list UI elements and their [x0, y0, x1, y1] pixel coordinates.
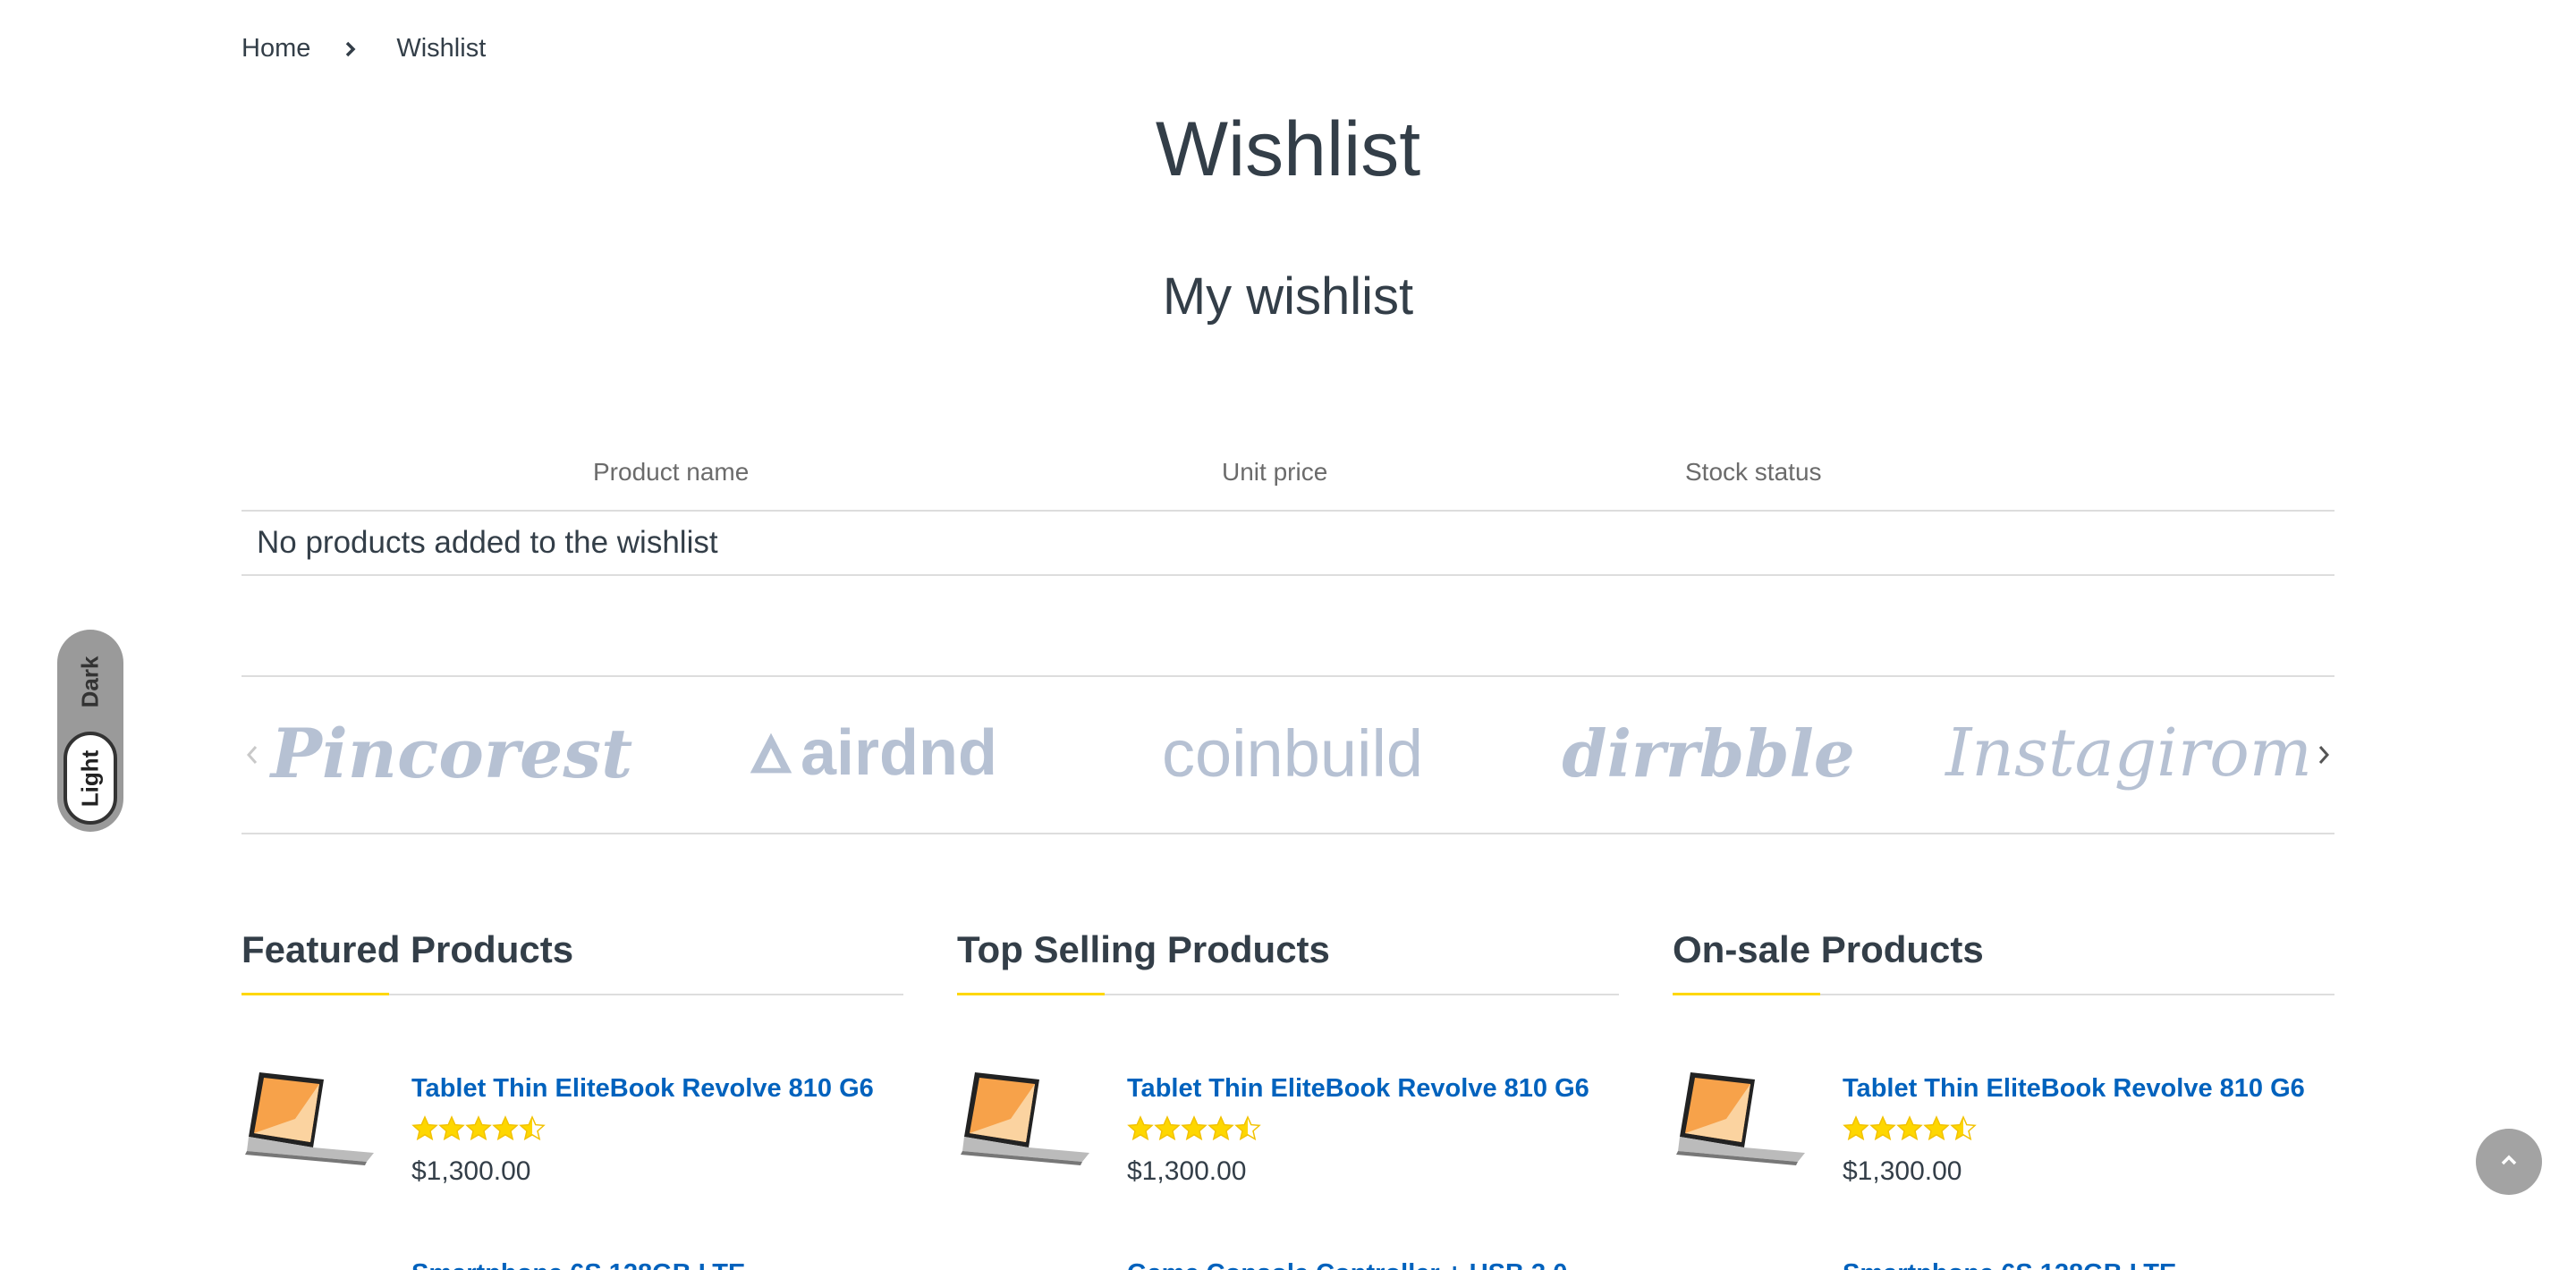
theme-switch[interactable]: Dark Light	[57, 630, 123, 832]
star-icon	[1208, 1115, 1234, 1141]
wishlist-page: Home Wishlist Wishlist My wishlist Produ…	[0, 0, 2576, 1270]
product-name-link[interactable]: Smartphone 6S 128GB LTE	[411, 1259, 745, 1270]
star-icon	[1923, 1115, 1950, 1141]
column-product-name: Product name	[593, 458, 750, 486]
column-unit-price: Unit price	[1222, 458, 1328, 486]
star-icon	[465, 1115, 492, 1141]
dark-label: Dark	[76, 656, 104, 707]
breadcrumb-home-link[interactable]: Home	[242, 34, 310, 64]
brand-logo-dirrbble[interactable]: dirrbble	[1562, 713, 1854, 793]
back-to-top-button[interactable]	[2476, 1129, 2542, 1195]
star-icon	[1127, 1115, 1154, 1141]
star-icon	[1843, 1115, 1869, 1141]
section-title: Featured Products	[242, 921, 903, 995]
product-thumbnail[interactable]	[277, 1266, 349, 1270]
brand-name: airdnd	[800, 717, 997, 789]
product-item: Smartphone 6S 128GB LTE	[242, 1163, 903, 1270]
brand-carousel: Pincorest airdnd coinbuild dirrbble Inst…	[242, 675, 2334, 834]
column-stock-status: Stock status	[1685, 458, 1822, 486]
product-name-link[interactable]: Tablet Thin EliteBook Revolve 810 G6	[411, 1074, 874, 1104]
product-thumbnail[interactable]	[242, 1065, 376, 1173]
product-item: Tablet Thin EliteBook Revolve 810 G6 $1,…	[1673, 995, 2334, 1186]
product-thumbnail[interactable]	[957, 1065, 1091, 1173]
chevron-up-icon	[2498, 1153, 2520, 1172]
breadcrumb-current: Wishlist	[396, 34, 487, 63]
brand-logo-instagirom[interactable]: Instagirom	[1945, 713, 2312, 793]
product-item: Tablet Thin EliteBook Revolve 810 G6 $1,…	[957, 995, 1619, 1186]
empty-row: No products added to the wishlist	[242, 510, 2334, 576]
star-icon	[1234, 1115, 1261, 1141]
page-title: Wishlist	[1155, 106, 1421, 192]
wishlist-table: Product name Unit price Stock status No …	[242, 447, 2334, 576]
brand-logo-airdnd[interactable]: airdnd	[747, 713, 997, 793]
star-icon	[1896, 1115, 1923, 1141]
star-icon	[519, 1115, 546, 1141]
product-name-link[interactable]: Tablet Thin EliteBook Revolve 810 G6	[1127, 1074, 1589, 1104]
wishlist-heading: My wishlist	[1162, 267, 1414, 326]
star-icon	[1869, 1115, 1896, 1141]
light-label: Light	[76, 749, 104, 807]
star-icon	[492, 1115, 519, 1141]
product-item: Tablet Thin EliteBook Revolve 810 G6 $1,…	[242, 995, 903, 1186]
breadcrumb: Home Wishlist	[242, 34, 486, 64]
light-mode-option[interactable]: Light	[64, 732, 117, 825]
rating-stars	[411, 1115, 546, 1142]
star-icon	[1181, 1115, 1208, 1141]
star-icon	[438, 1115, 465, 1141]
product-thumbnail[interactable]	[1673, 1065, 1807, 1173]
featured-products: Featured Products Tablet Thin EliteBook …	[242, 921, 903, 1270]
rating-stars	[1843, 1115, 1977, 1142]
product-name-link[interactable]: Smartphone 6S 128GB LTE	[1843, 1259, 2176, 1270]
on-sale-products: On-sale Products Tablet Thin EliteBook R…	[1673, 921, 2334, 1270]
rating-stars	[1127, 1115, 1261, 1142]
carousel-next-icon[interactable]	[2315, 740, 2334, 775]
dark-mode-option[interactable]: Dark	[57, 646, 123, 717]
product-item: Smartphone 6S 128GB LTE	[1673, 1163, 2334, 1270]
star-icon	[1154, 1115, 1181, 1141]
chevron-right-icon	[344, 40, 357, 58]
product-name-link[interactable]: Game Console Controller + USB 3.0	[1127, 1259, 1567, 1270]
star-icon	[1950, 1115, 1977, 1141]
star-icon	[411, 1115, 438, 1141]
table-header: Product name Unit price Stock status	[242, 447, 2334, 510]
section-title: On-sale Products	[1673, 921, 2334, 995]
product-thumbnail[interactable]	[993, 1266, 1064, 1270]
brand-logo-pincorest[interactable]: Pincorest	[271, 713, 633, 793]
section-title: Top Selling Products	[957, 921, 1619, 995]
product-thumbnail[interactable]	[1708, 1266, 1780, 1270]
carousel-prev-icon[interactable]	[242, 740, 261, 775]
brand-logo-coinbuild[interactable]: coinbuild	[1158, 713, 1427, 793]
top-selling-products: Top Selling Products Tablet Thin EliteBo…	[957, 921, 1619, 1270]
product-name-link[interactable]: Tablet Thin EliteBook Revolve 810 G6	[1843, 1074, 2305, 1104]
product-item: Game Console Controller + USB 3.0	[957, 1163, 1619, 1270]
